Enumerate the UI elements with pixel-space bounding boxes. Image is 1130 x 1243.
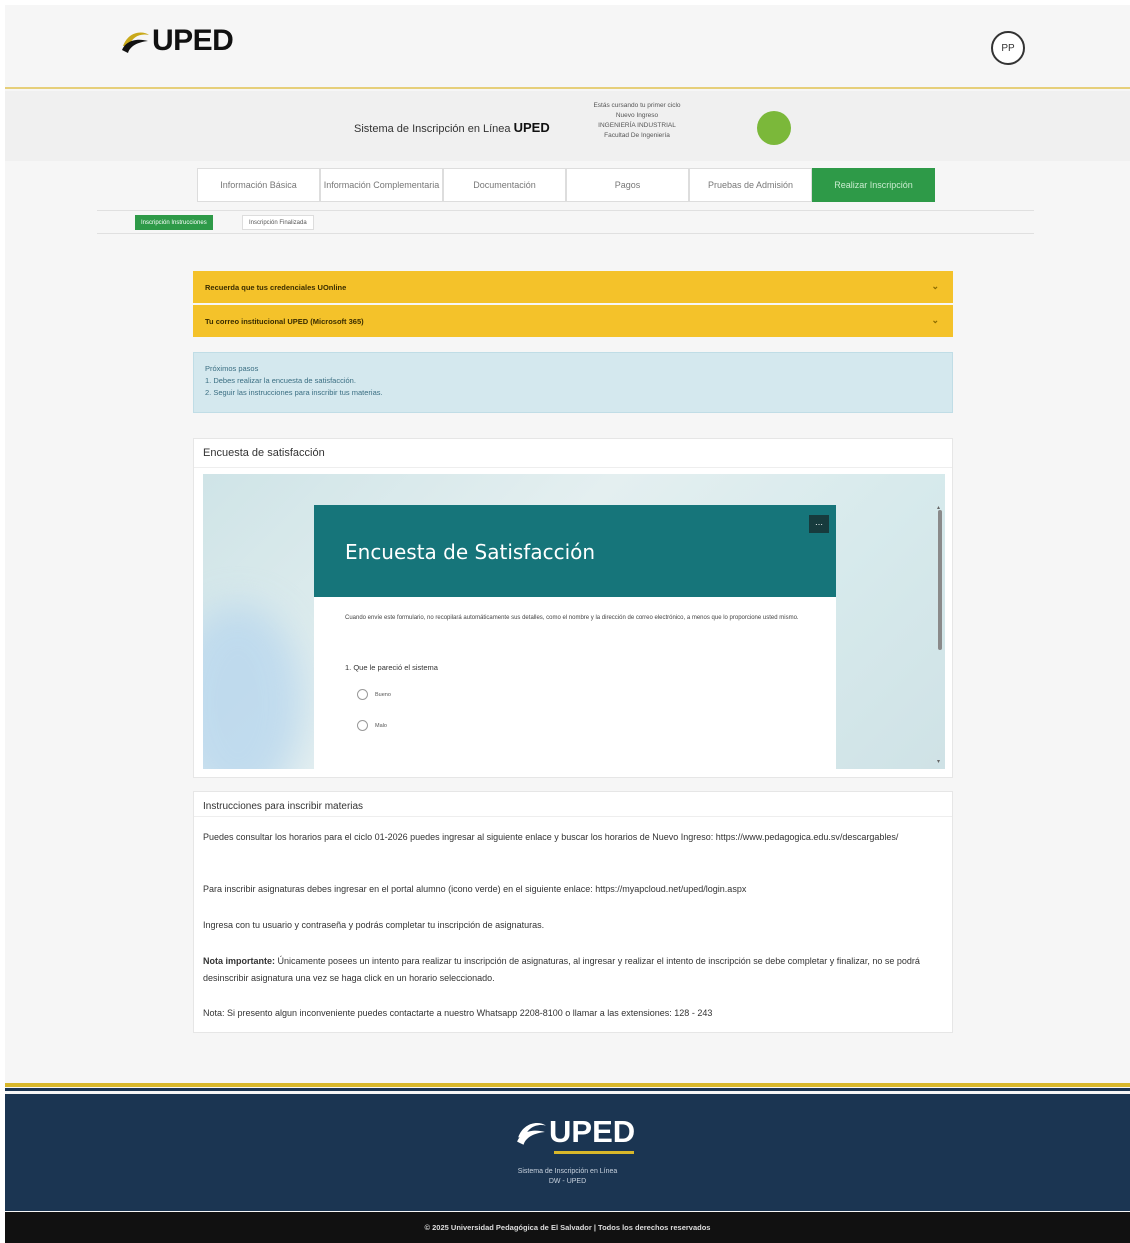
next-step-item: 2. Seguir las instrucciones para inscrib…: [205, 388, 383, 397]
option-label: Bueno: [375, 691, 391, 698]
subtabs-bar: Inscripción Instrucciones Inscripción Fi…: [97, 210, 1034, 234]
tab-realizar-inscripcion[interactable]: Realizar Inscripción: [812, 168, 935, 202]
footer: UPED Sistema de Inscripción en Línea DW …: [5, 1094, 1130, 1211]
footer-navy-rule: [5, 1088, 1130, 1091]
background-blob: [203, 604, 303, 769]
student-info: Estás cursando tu primer ciclo Nuevo Ing…: [593, 102, 681, 139]
accordion-label: Recuerda que tus credenciales UOnline: [205, 282, 347, 292]
logo-text: UPED: [152, 24, 234, 57]
subtab-instrucciones[interactable]: Inscripción Instrucciones: [135, 215, 213, 230]
instruction-important-note: Nota importante: Únicamente posees un in…: [203, 956, 920, 983]
scrollbar-thumb[interactable]: [938, 510, 942, 650]
tab-documentacion[interactable]: Documentación: [443, 168, 566, 202]
instruction-portal: Para inscribir asignaturas debes ingresa…: [203, 884, 747, 894]
tab-informacion-basica[interactable]: Información Básica: [197, 168, 320, 202]
accordion-credenciales[interactable]: Recuerda que tus credenciales UOnline ⌄: [193, 271, 953, 303]
uped-swoosh-icon: [515, 1116, 547, 1148]
footer-gold-rule: [5, 1083, 1130, 1087]
more-options-icon[interactable]: ⋯: [809, 515, 829, 533]
chevron-down-icon: ⌄: [931, 281, 939, 291]
instruction-contact: Nota: Si presento algun inconveniente pu…: [203, 1008, 713, 1018]
form-title: Encuesta de Satisfacción: [345, 540, 596, 564]
instructions-title: Instrucciones para inscribir materias: [203, 801, 364, 812]
chevron-down-icon: ⌄: [931, 315, 939, 325]
instructions-card: Instrucciones para inscribir materias Pu…: [193, 791, 953, 1033]
tab-pruebas-admision[interactable]: Pruebas de Admisión: [689, 168, 812, 202]
copyright-bar: © 2025 Universidad Pedagógica de El Salv…: [5, 1212, 1130, 1243]
subtab-finalizada[interactable]: Inscripción Finalizada: [242, 215, 314, 230]
footer-logo[interactable]: UPED: [515, 1114, 635, 1150]
tab-pagos[interactable]: Pagos: [566, 168, 689, 202]
divider: [194, 467, 952, 468]
footer-logo-underline: [554, 1151, 634, 1154]
uped-swoosh-icon: [120, 26, 150, 56]
step-tabs: Información Básica Información Complemen…: [197, 168, 935, 202]
form-header: Encuesta de Satisfacción ⋯: [314, 505, 836, 597]
option-bueno[interactable]: Bueno: [357, 689, 391, 700]
instruction-login: Ingresa con tu usuario y contraseña y po…: [203, 920, 545, 930]
divider: [194, 816, 952, 817]
option-malo[interactable]: Malo: [357, 720, 387, 731]
survey-embed-frame[interactable]: Encuesta de Satisfacción ⋯ Cuando envíe …: [203, 474, 945, 769]
uped-logo[interactable]: UPED: [120, 24, 234, 58]
radio-button[interactable]: [357, 689, 368, 700]
survey-card-title: Encuesta de satisfacción: [203, 447, 325, 459]
next-steps-title: Próximos pasos: [205, 364, 259, 373]
accordion-label: Tu correo institucional UPED (Microsoft …: [205, 316, 364, 326]
question-label: 1. Que le pareció el sistema: [345, 663, 438, 672]
instruction-horarios: Puedes consultar los horarios para el ci…: [203, 832, 899, 842]
option-label: Malo: [375, 722, 387, 729]
radio-button[interactable]: [357, 720, 368, 731]
system-title: Sistema de Inscripción en Línea UPED: [354, 120, 550, 135]
next-step-item: 1. Debes realizar la encuesta de satisfa…: [205, 376, 356, 385]
status-indicator: [757, 111, 791, 145]
form-notice: Cuando envíe este formulario, no recopil…: [345, 615, 799, 621]
tab-informacion-complementaria[interactable]: Información Complementaria: [320, 168, 443, 202]
survey-form: Encuesta de Satisfacción ⋯ Cuando envíe …: [314, 505, 836, 769]
accordion-correo[interactable]: Tu correo institucional UPED (Microsoft …: [193, 305, 953, 337]
user-avatar[interactable]: PP: [991, 31, 1025, 65]
next-steps-alert: Próximos pasos 1. Debes realizar la encu…: [193, 352, 953, 413]
scroll-down-icon[interactable]: ▾: [937, 758, 940, 765]
survey-card: Encuesta de satisfacción Encuesta de Sat…: [193, 438, 953, 778]
footer-text: Sistema de Inscripción en Línea DW - UPE…: [517, 1168, 618, 1185]
footer-logo-text: UPED: [549, 1114, 636, 1149]
